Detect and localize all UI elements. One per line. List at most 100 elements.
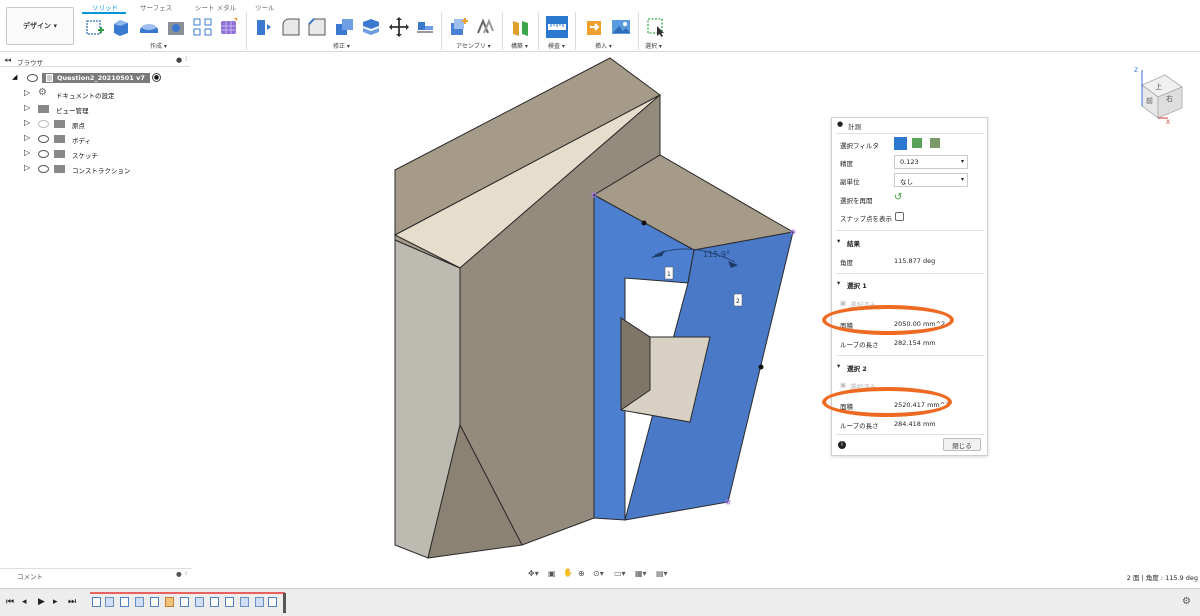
tab-tools[interactable]: ツール	[255, 2, 275, 12]
measure-icon[interactable]	[546, 16, 568, 38]
orbit-icon[interactable]: ✥▾	[528, 569, 539, 578]
fillet-icon[interactable]	[280, 16, 302, 38]
step-forward-icon[interactable]: ▸	[53, 597, 58, 607]
viewcube-top[interactable]: 上	[1155, 82, 1162, 91]
timeline-item-feature[interactable]	[165, 597, 174, 607]
create-sketch-icon[interactable]	[84, 16, 106, 38]
hole-icon[interactable]	[165, 16, 187, 38]
viewcube-front[interactable]: 前	[1146, 96, 1153, 105]
tree-item-construction[interactable]: ▷ コンストラクション	[0, 162, 190, 175]
step-back-icon[interactable]: ◂	[22, 597, 27, 607]
timeline-item-extrude[interactable]	[195, 597, 204, 607]
precision-dropdown[interactable]: 0.123 ▾	[894, 155, 968, 169]
insert-derive-icon[interactable]	[584, 16, 606, 38]
expand-arrow-icon[interactable]: ▷	[24, 163, 30, 172]
expand-arrow-icon[interactable]: ▷	[24, 103, 30, 112]
results-header[interactable]: ▾ 結果	[832, 236, 989, 250]
gear-icon[interactable]: ⚙	[1182, 596, 1191, 607]
filter-face-icon[interactable]	[894, 137, 907, 150]
expand-arrow-icon[interactable]: ▷	[24, 133, 30, 142]
workspace-dropdown[interactable]: デザイン ▾	[6, 7, 74, 45]
timeline-item-sketch[interactable]	[180, 597, 189, 607]
hidden-icon[interactable]	[38, 120, 49, 128]
expand-arrow-icon[interactable]: ▷	[24, 148, 30, 157]
snap-checkbox[interactable]	[895, 212, 904, 221]
pattern-icon[interactable]	[192, 16, 214, 38]
combine-icon[interactable]	[360, 16, 382, 38]
expand-arrow-icon[interactable]: ▷	[24, 88, 30, 97]
move-icon[interactable]	[388, 16, 410, 38]
new-component-icon[interactable]	[448, 16, 470, 38]
tree-item-origin[interactable]: ▷ 原点	[0, 117, 190, 130]
align-icon[interactable]	[414, 16, 436, 38]
shell-icon[interactable]	[333, 16, 355, 38]
look-at-icon[interactable]: ▣	[548, 569, 556, 578]
extrude-icon[interactable]	[110, 16, 132, 38]
tree-item-bodies[interactable]: ▷ ボディ	[0, 132, 190, 145]
tree-item-views[interactable]: ▷ ビュー管理	[0, 102, 190, 115]
resize-handle-icon[interactable]: ⁞	[185, 569, 187, 577]
tree-root[interactable]: ◢ Question2_20210501 v7 ●	[0, 72, 190, 85]
create-form-icon[interactable]	[218, 16, 240, 38]
fit-icon[interactable]: ⊙▾	[593, 569, 604, 578]
timeline-item-sketch[interactable]	[120, 597, 129, 607]
panel-icon[interactable]: ●	[837, 120, 843, 128]
filter-body-icon[interactable]	[930, 138, 940, 148]
visibility-icon[interactable]	[27, 74, 38, 82]
timeline-item-sketch[interactable]	[225, 597, 234, 607]
reselect-icon[interactable]: ↺	[894, 192, 902, 203]
play-icon[interactable]: ▶	[38, 597, 45, 607]
visibility-icon[interactable]	[38, 150, 49, 158]
info-icon[interactable]: i	[838, 441, 846, 449]
zoom-icon[interactable]: ⊕	[578, 569, 585, 578]
tree-item-document-settings[interactable]: ▷ ⚙ ドキュメントの設定	[0, 87, 190, 100]
timeline-item-sketch[interactable]	[268, 597, 277, 607]
group-create[interactable]: 作成 ▾	[150, 41, 167, 50]
expand-arrow-icon[interactable]: ▷	[24, 118, 30, 127]
revolve-icon[interactable]	[138, 16, 160, 38]
group-select[interactable]: 選択 ▾	[645, 41, 662, 50]
add-comment-icon[interactable]: ●	[176, 570, 182, 578]
tree-item-sketches[interactable]: ▷ スケッチ	[0, 147, 190, 160]
viewcube[interactable]: 上 前 右 Z X	[1134, 67, 1183, 126]
pan-icon[interactable]: ✋	[563, 568, 573, 577]
group-assemble[interactable]: アセンブリ ▾	[456, 41, 491, 50]
group-construct[interactable]: 構築 ▾	[511, 41, 528, 50]
timeline-item-sketch[interactable]	[92, 597, 101, 607]
select-box-icon[interactable]	[645, 16, 667, 38]
viewcube-right[interactable]: 右	[1166, 94, 1173, 103]
tab-surface[interactable]: サーフェス	[140, 2, 172, 12]
timeline-item-extrude[interactable]	[240, 597, 249, 607]
visibility-icon[interactable]	[38, 165, 49, 173]
timeline-item-extrude[interactable]	[255, 597, 264, 607]
press-pull-icon[interactable]	[252, 16, 274, 38]
group-inspect[interactable]: 検査 ▾	[548, 41, 565, 50]
chamfer-icon[interactable]	[306, 16, 328, 38]
timeline-item-extrude[interactable]	[135, 597, 144, 607]
resize-handle-icon[interactable]: ⁞	[185, 55, 187, 63]
selection1-header[interactable]: ▾ 選択 1	[832, 278, 989, 292]
grid-icon[interactable]: ▦▾	[635, 569, 647, 578]
viewports-icon[interactable]: ▤▾	[656, 569, 668, 578]
collapse-icon[interactable]: ◂◂	[4, 56, 11, 64]
model-viewport[interactable]: 115.9° 1 2 上 前 右 Z X	[200, 54, 1200, 564]
subunit-dropdown[interactable]: なし ▾	[894, 173, 968, 187]
joint-icon[interactable]	[474, 16, 496, 38]
tab-sheet-metal[interactable]: シート メタル	[195, 2, 236, 12]
filter-edge-icon[interactable]	[912, 138, 922, 148]
group-insert[interactable]: 挿入 ▾	[595, 41, 612, 50]
go-to-end-icon[interactable]: ⏭	[68, 597, 76, 607]
expand-icon[interactable]: ◢	[12, 73, 17, 81]
display-settings-icon[interactable]: ▭▾	[614, 569, 626, 578]
timeline-item-sketch[interactable]	[210, 597, 219, 607]
close-button[interactable]: 閉じる	[943, 438, 981, 451]
timeline-item-sketch[interactable]	[150, 597, 159, 607]
timeline-item-extrude[interactable]	[105, 597, 114, 607]
timeline-playhead[interactable]	[283, 593, 286, 613]
insert-canvas-icon[interactable]	[610, 16, 632, 38]
go-to-start-icon[interactable]: ⏮	[6, 597, 14, 607]
offset-plane-icon[interactable]	[510, 16, 532, 38]
visibility-icon[interactable]	[38, 135, 49, 143]
tab-solid[interactable]: ソリッド	[92, 2, 118, 12]
group-modify[interactable]: 修正 ▾	[333, 41, 350, 50]
